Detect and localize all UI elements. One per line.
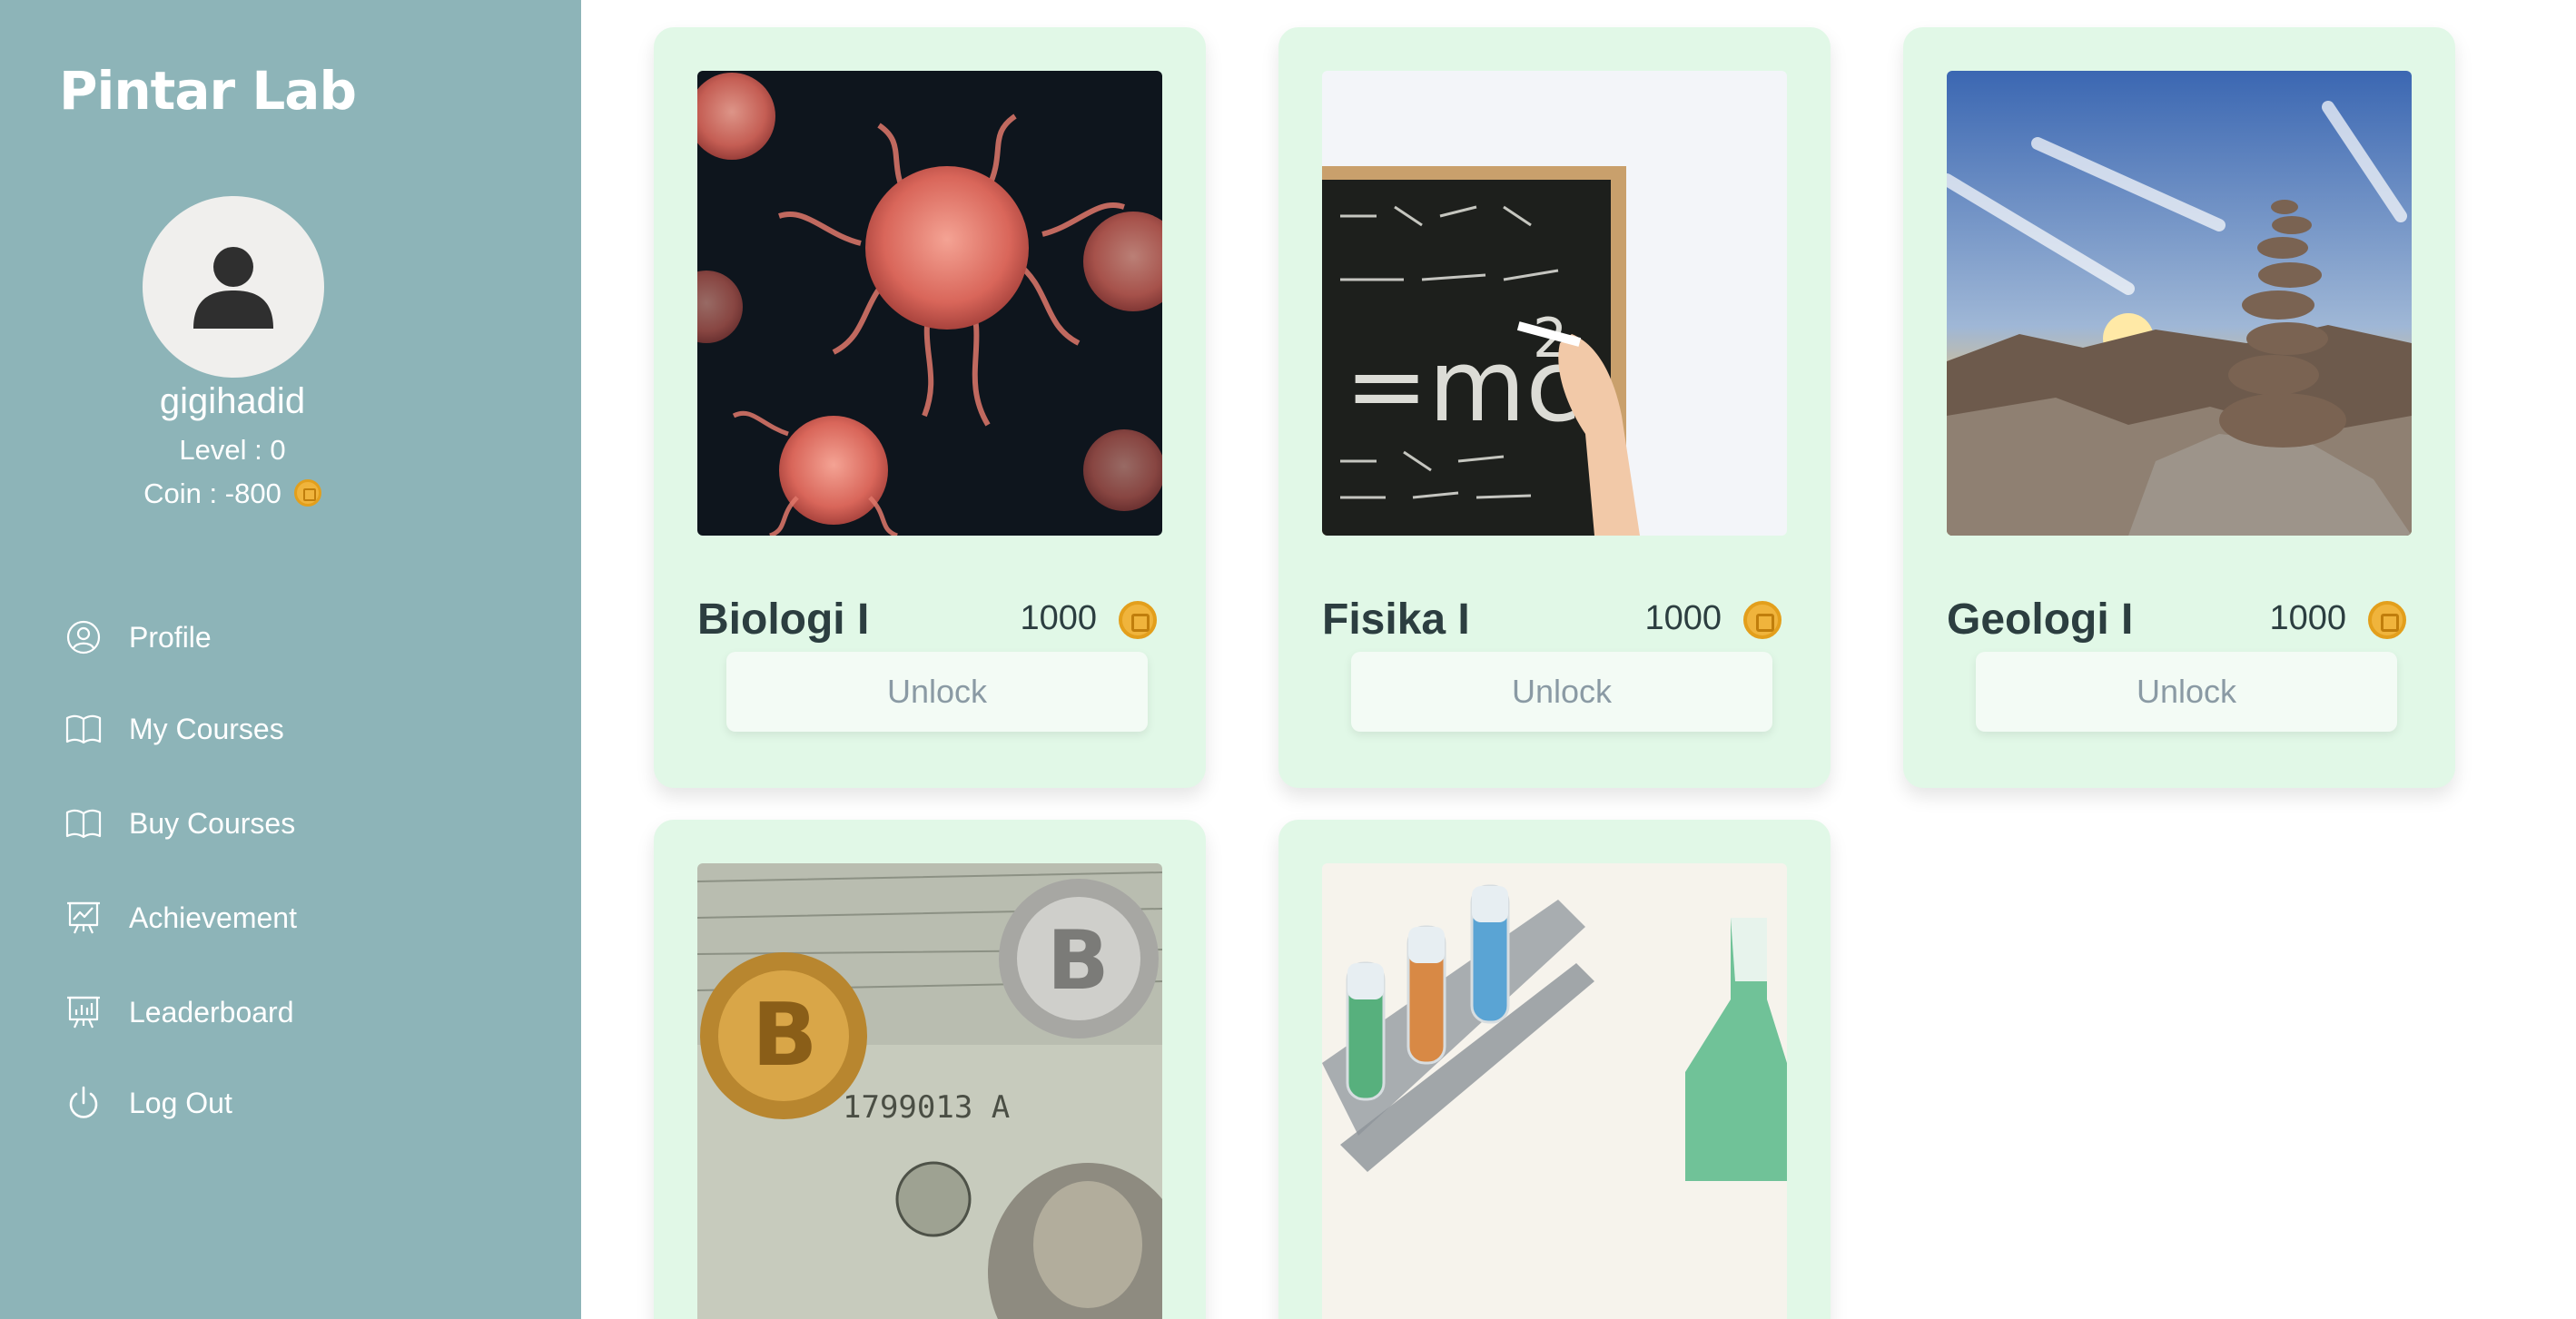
course-title: Geologi I xyxy=(1947,596,2134,644)
course-title: Biologi I xyxy=(697,596,870,644)
user-coin: Coin : -800 xyxy=(0,477,465,510)
svg-text:B: B xyxy=(752,986,817,1086)
course-image[interactable] xyxy=(1322,863,1787,1319)
chart-board-icon xyxy=(67,901,100,934)
sidebar-item-leaderboard[interactable]: Leaderboard xyxy=(64,985,293,1039)
brand-logo: Pintar Lab xyxy=(59,60,357,122)
svg-text:1799013 A: 1799013 A xyxy=(843,1089,1010,1126)
sidebar-item-profile[interactable]: Profile xyxy=(64,610,212,664)
sidebar-item-achievement[interactable]: Achievement xyxy=(64,891,297,945)
coin-icon xyxy=(293,478,321,507)
sidebar-item-label: Profile xyxy=(129,620,212,654)
sidebar-item-label: My Courses xyxy=(129,712,284,745)
course-image[interactable]: =mc 2 xyxy=(1322,71,1787,536)
course-price: 1000 xyxy=(2269,599,2346,637)
user-avatar-icon xyxy=(193,247,273,329)
username: gigihadid xyxy=(159,381,306,421)
course-card: =mc 2 Fisika I 1000 Unlock xyxy=(1278,27,1831,788)
rock-cairn-image xyxy=(1947,71,2412,536)
course-image[interactable] xyxy=(697,71,1162,536)
course-price: 1000 xyxy=(1020,599,1097,637)
course-card xyxy=(1278,820,1831,1319)
user-coin-text: Coin : -800 xyxy=(143,477,281,509)
sidebar-item-label: Achievement xyxy=(129,901,297,934)
course-price: 1000 xyxy=(1644,599,1722,637)
test-tubes-image xyxy=(1322,863,1787,1319)
user-level: Level : 0 xyxy=(179,434,286,466)
chalkboard-image: =mc 2 xyxy=(1322,71,1787,536)
sidebar-item-logout[interactable]: Log Out xyxy=(64,1076,232,1130)
avatar[interactable] xyxy=(143,196,324,378)
unlock-button[interactable]: Unlock xyxy=(726,652,1148,732)
coin-icon xyxy=(2368,601,2406,639)
book-icon xyxy=(65,714,102,744)
course-grid: Biologi I 1000 Unlock =mc Fisika I 1000 … xyxy=(581,0,2576,1319)
bitcoin-dollar-image: 1799013 A B B xyxy=(697,863,1162,1319)
course-card: 1799013 A B B xyxy=(654,820,1206,1319)
course-card: Geologi I 1000 Unlock xyxy=(1903,27,2455,788)
sidebar-item-label: Log Out xyxy=(129,1086,232,1119)
user-circle-icon xyxy=(66,620,101,655)
power-icon xyxy=(69,1086,98,1118)
coin-icon xyxy=(1743,601,1781,639)
sidebar-item-buy-courses[interactable]: Buy Courses xyxy=(64,796,295,851)
sidebar-item-label: Buy Courses xyxy=(129,806,296,840)
jellyfish-image xyxy=(697,71,1162,536)
course-title: Fisika I xyxy=(1322,596,1470,644)
svg-text:B: B xyxy=(1047,913,1110,1009)
course-image[interactable] xyxy=(1947,71,2412,536)
unlock-button[interactable]: Unlock xyxy=(1351,652,1772,732)
sidebar-item-label: Leaderboard xyxy=(129,995,294,1029)
course-image[interactable]: 1799013 A B B xyxy=(697,863,1162,1319)
app-root: Pintar Lab gigihadid Level : 0 Coin : -8… xyxy=(0,0,2576,1319)
course-card: Biologi I 1000 Unlock xyxy=(654,27,1206,788)
coin-icon xyxy=(1119,601,1157,639)
sidebar: Pintar Lab gigihadid Level : 0 Coin : -8… xyxy=(0,0,581,1319)
sidebar-item-my-courses[interactable]: My Courses xyxy=(64,702,284,756)
book-icon xyxy=(65,809,102,839)
unlock-button[interactable]: Unlock xyxy=(1976,652,2397,732)
bar-chart-board-icon xyxy=(67,996,100,1029)
